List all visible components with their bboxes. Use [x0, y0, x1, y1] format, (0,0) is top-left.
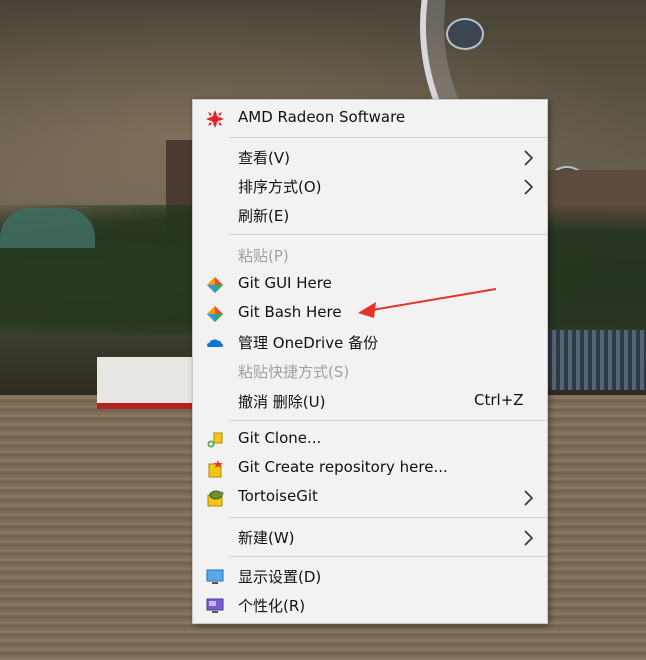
menu-item-label: 粘贴(P)	[238, 247, 289, 265]
wallpaper-ferris-pod	[446, 18, 484, 50]
tortoisegit-icon	[205, 488, 225, 508]
menu-item-label: 粘贴快捷方式(S)	[238, 363, 350, 381]
menu-item-amd-radeon-software[interactable]: AMD Radeon Software	[193, 104, 547, 133]
menu-item-git-clone[interactable]: Git Clone...	[193, 425, 547, 454]
tortoisegit-clone-icon	[205, 430, 225, 450]
menu-item-label: 撤消 删除(U)	[238, 393, 326, 411]
menu-item-undo-delete[interactable]: 撤消 删除(U) Ctrl+Z	[193, 387, 547, 416]
menu-item-label: 显示设置(D)	[238, 568, 322, 586]
menu-item-label: AMD Radeon Software	[238, 108, 406, 126]
menu-item-label: Git Clone...	[238, 429, 322, 447]
menu-item-label: 新建(W)	[238, 529, 295, 547]
menu-item-label: Git Bash Here	[238, 303, 342, 321]
menu-item-label: 个性化(R)	[238, 597, 306, 615]
chevron-right-icon	[524, 179, 534, 195]
menu-item-git-bash-here[interactable]: Git Bash Here	[193, 299, 547, 328]
menu-item-paste[interactable]: 粘贴(P)	[193, 241, 547, 270]
menu-item-label: Git GUI Here	[238, 274, 332, 292]
menu-item-view[interactable]: 查看(V)	[193, 143, 547, 172]
wallpaper-boat	[97, 357, 193, 409]
menu-item-shortcut: Ctrl+Z	[474, 391, 524, 409]
menu-item-refresh[interactable]: 刷新(E)	[193, 201, 547, 230]
menu-item-label: 查看(V)	[238, 149, 290, 167]
menu-item-git-gui-here[interactable]: Git GUI Here	[193, 270, 547, 299]
tortoisegit-create-repo-icon	[205, 459, 225, 479]
menu-separator	[229, 420, 547, 421]
display-settings-icon	[205, 567, 225, 587]
menu-item-label: TortoiseGit	[238, 487, 318, 505]
menu-item-new[interactable]: 新建(W)	[193, 523, 547, 552]
chevron-right-icon	[524, 150, 534, 166]
wallpaper-pier	[548, 330, 646, 390]
onedrive-cloud-icon	[205, 333, 225, 353]
menu-item-paste-shortcut[interactable]: 粘贴快捷方式(S)	[193, 357, 547, 386]
menu-item-personalize[interactable]: 个性化(R)	[193, 591, 547, 620]
menu-item-display-settings[interactable]: 显示设置(D)	[193, 562, 547, 591]
menu-separator	[229, 137, 547, 138]
menu-item-tortoisegit[interactable]: TortoiseGit	[193, 483, 547, 512]
personalize-icon	[205, 596, 225, 616]
wallpaper-dome	[0, 208, 95, 248]
menu-separator	[229, 234, 547, 235]
chevron-right-icon	[524, 490, 534, 506]
menu-item-label: 管理 OneDrive 备份	[238, 334, 379, 352]
menu-item-label: Git Create repository here...	[238, 458, 448, 476]
desktop-context-menu: AMD Radeon Software 查看(V) 排序方式(O) 刷新(E) …	[192, 99, 548, 624]
chevron-right-icon	[524, 530, 534, 546]
menu-separator	[229, 517, 547, 518]
menu-item-git-create-repository[interactable]: Git Create repository here...	[193, 454, 547, 483]
amd-radeon-icon	[205, 109, 225, 129]
menu-item-label: 刷新(E)	[238, 207, 290, 225]
git-icon	[205, 275, 225, 295]
menu-item-label: 排序方式(O)	[238, 178, 322, 196]
menu-item-manage-onedrive-backup[interactable]: 管理 OneDrive 备份	[193, 328, 547, 357]
git-icon	[205, 304, 225, 324]
menu-separator	[229, 556, 547, 557]
menu-item-sort-by[interactable]: 排序方式(O)	[193, 172, 547, 201]
